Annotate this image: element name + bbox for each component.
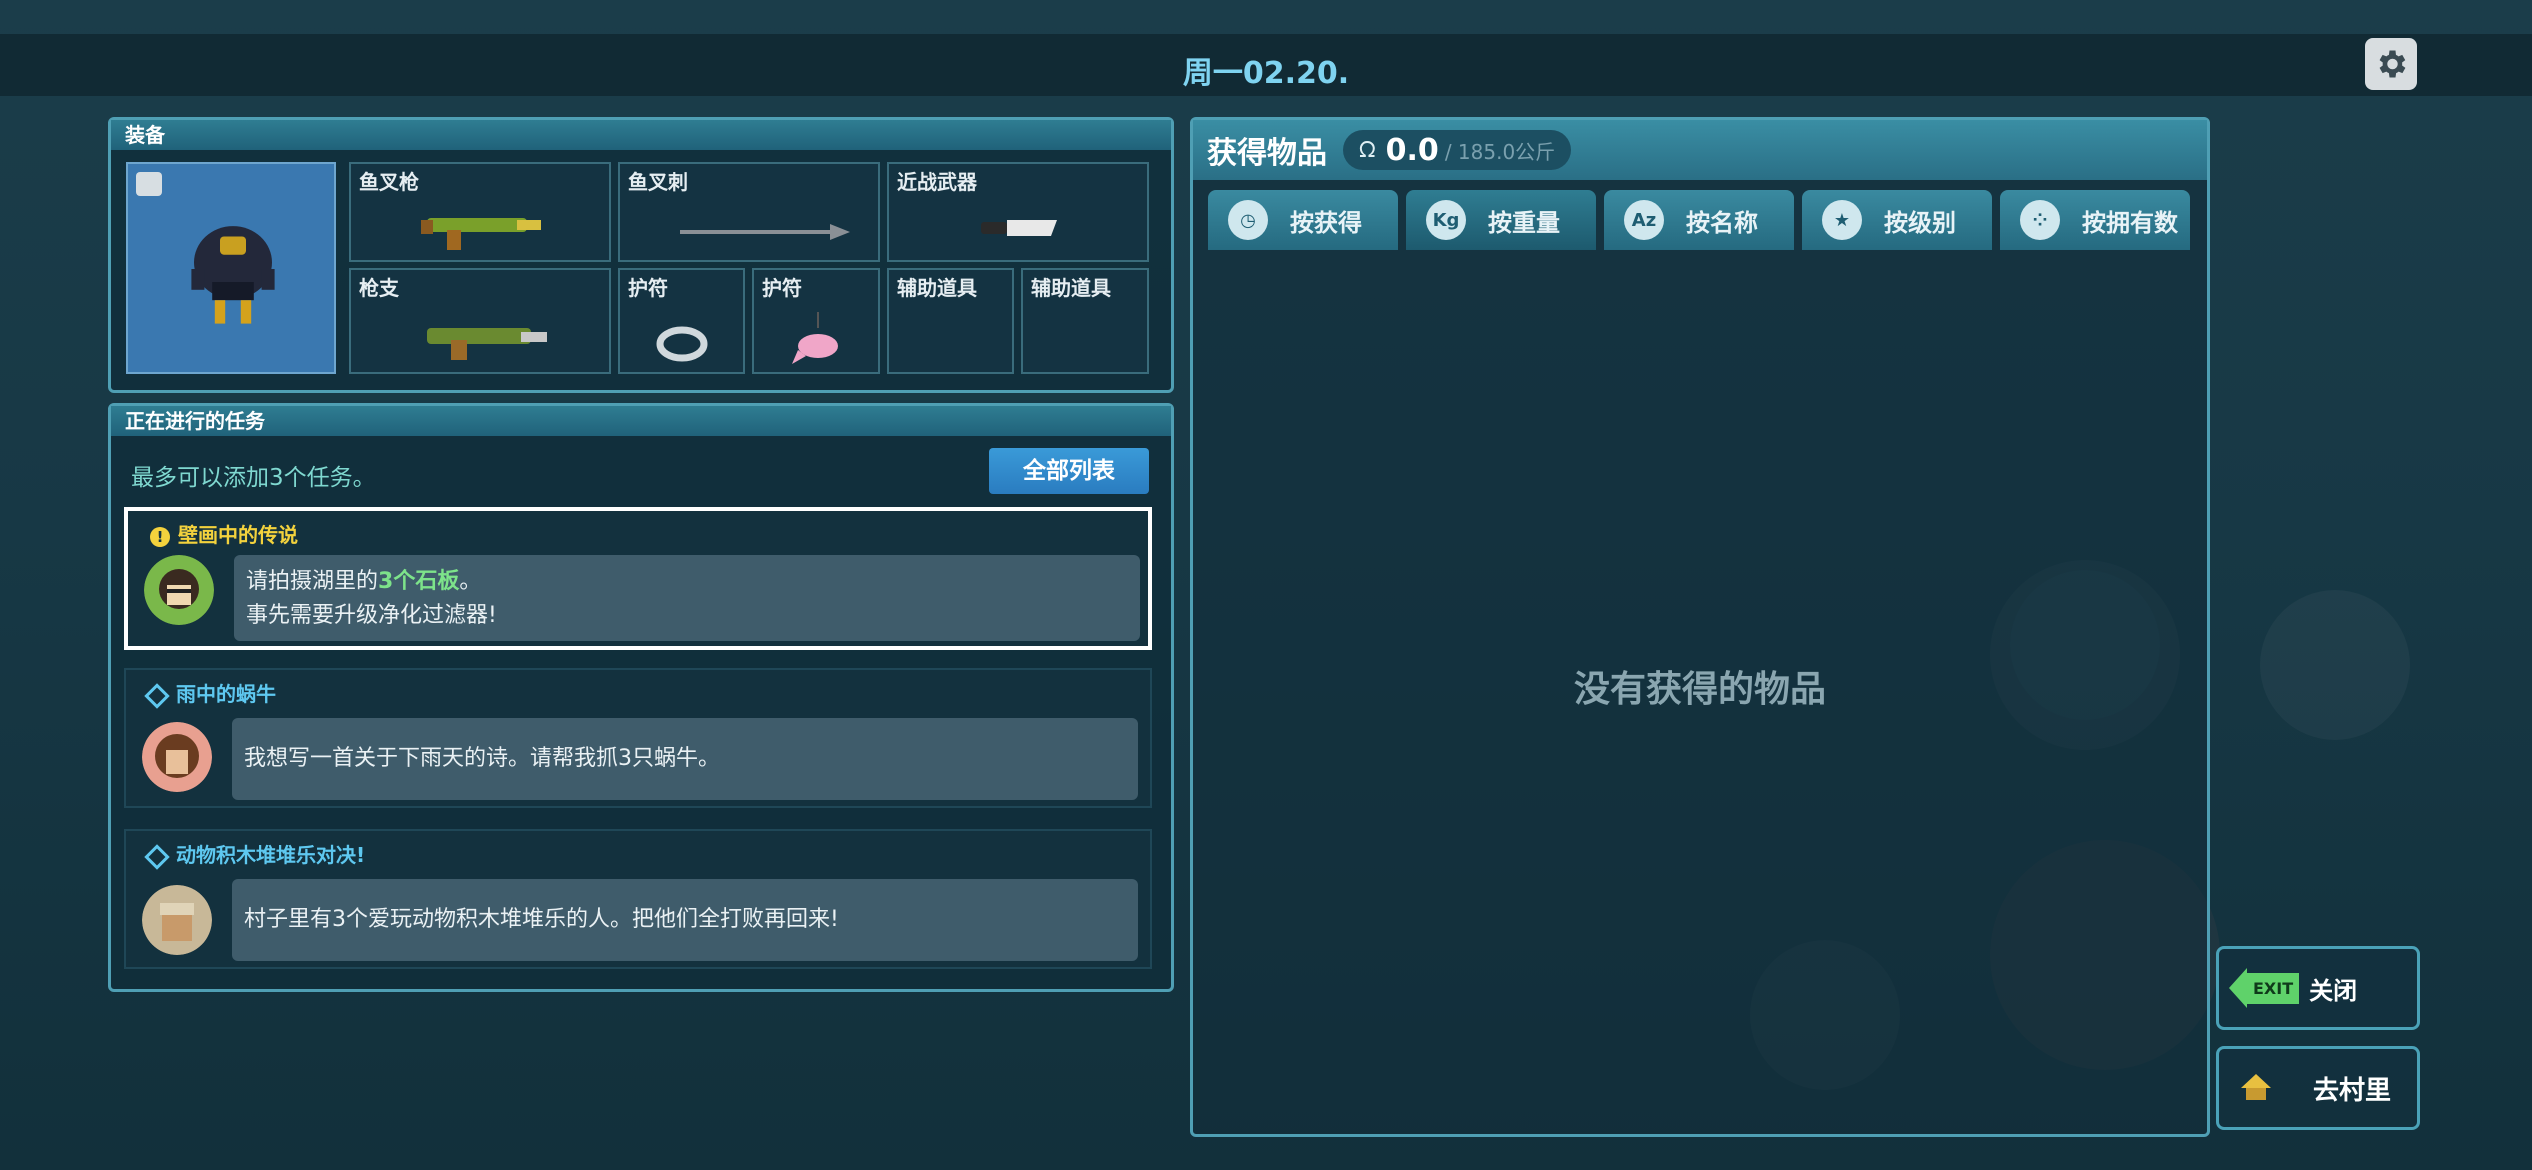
tab-sort-by-quantity[interactable]: ⁘ 按拥有数: [2000, 190, 2190, 250]
bracelet-icon: [656, 326, 708, 362]
slot-label: 护符: [762, 276, 802, 300]
camera-icon[interactable]: [136, 172, 162, 196]
avatar-woman-glasses: [144, 555, 214, 625]
inventory-header: 获得物品 ᘯ 0.0 / 185.0公斤: [1193, 120, 2207, 180]
quests-title: 正在进行的任务: [111, 406, 1171, 436]
quest-card-block-battle[interactable]: 动物积木堆堆乐对决! 村子里有3个爱玩动物积木堆堆乐的人。把他们全打败再回来!: [124, 829, 1152, 969]
tab-sort-by-weight[interactable]: Kg 按重量: [1406, 190, 1596, 250]
quest-highlight: 3个石板: [378, 569, 460, 594]
slot-label: 辅助道具: [897, 276, 977, 300]
village-label: 去村里: [2313, 1075, 2392, 1106]
slot-harpoon-spear[interactable]: 鱼叉刺: [618, 162, 880, 262]
weight-value: 0.0: [1385, 132, 1439, 168]
character-portrait[interactable]: [126, 162, 336, 374]
settings-button[interactable]: [2365, 38, 2417, 90]
inventory-panel: 获得物品 ᘯ 0.0 / 185.0公斤: [1190, 117, 2210, 1137]
equipment-title: 装备: [111, 120, 1171, 150]
slot-label: 辅助道具: [1031, 276, 1111, 300]
slot-aux-item-1[interactable]: 辅助道具: [887, 268, 1014, 374]
quest-description: 村子里有3个爱玩动物积木堆堆乐的人。把他们全打败再回来!: [232, 879, 1138, 961]
weight-capacity: / 185.0公斤: [1444, 139, 1556, 164]
diamond-icon: [144, 682, 170, 709]
avatar-villager-brown-hair: [142, 722, 212, 792]
quest-title: 动物积木堆堆乐对决!: [144, 839, 365, 870]
date-display: 周一02.20.: [1182, 56, 1350, 91]
diver-character-icon: [191, 226, 275, 324]
quest-card-rain-snail[interactable]: 雨中的蜗牛 我想写一首关于下雨天的诗。请帮我抓3只蜗牛。: [124, 668, 1152, 808]
all-quests-button[interactable]: 全部列表: [989, 448, 1149, 494]
clock-icon: ◷: [1228, 200, 1268, 240]
equipment-panel: 装备 鱼叉枪 鱼叉刺 近战武器 枪支 护符 护符 辅助道具 辅助道具: [108, 117, 1174, 393]
dots-icon: ⁘: [2020, 200, 2060, 240]
inventory-empty-message: 没有获得的物品: [1573, 669, 1826, 710]
quest-card-mural-legend[interactable]: ! 壁画中的传说 请拍摄湖里的3个石板。 事先需要升级净化过滤器!: [124, 507, 1152, 650]
spear-icon: [680, 224, 850, 240]
slot-gun[interactable]: 枪支: [349, 268, 611, 374]
exit-icon: EXIT: [2229, 968, 2300, 1008]
slot-melee-weapon[interactable]: 近战武器: [887, 162, 1149, 262]
alert-icon: !: [150, 526, 170, 547]
tab-sort-by-acquired[interactable]: ◷ 按获得: [1208, 190, 1398, 250]
quest-limit-hint: 最多可以添加3个任务。: [131, 465, 376, 491]
avatar-villager-headband: [142, 885, 212, 955]
close-button[interactable]: EXIT 关闭: [2216, 946, 2420, 1030]
weight-badge: ᘯ 0.0 / 185.0公斤: [1343, 130, 1572, 170]
slot-label: 近战武器: [897, 170, 977, 194]
kg-icon: Kg: [1426, 200, 1466, 240]
quest-description: 请拍摄湖里的3个石板。 事先需要升级净化过滤器!: [234, 555, 1140, 641]
close-label: 关闭: [2309, 976, 2358, 1005]
weight-icon: ᘯ: [1359, 137, 1376, 163]
gun-icon: [427, 328, 547, 360]
az-icon: Az: [1624, 200, 1664, 240]
go-to-village-button[interactable]: 去村里: [2216, 1046, 2420, 1130]
slot-label: 鱼叉枪: [359, 170, 419, 194]
quest-title: ! 壁画中的传说: [150, 519, 298, 548]
quest-description: 我想写一首关于下雨天的诗。请帮我抓3只蜗牛。: [232, 718, 1138, 800]
slot-aux-item-2[interactable]: 辅助道具: [1021, 268, 1149, 374]
village-house-icon: [2241, 1074, 2271, 1100]
slot-charm-2[interactable]: 护符: [752, 268, 880, 374]
star-icon: ★: [1822, 200, 1862, 240]
slot-charm-1[interactable]: 护符: [618, 268, 745, 374]
harpoon-gun-icon: [421, 218, 541, 250]
quest-title: 雨中的蜗牛: [144, 678, 276, 709]
knife-icon: [981, 220, 1057, 236]
tab-sort-by-rank[interactable]: ★ 按级别: [1802, 190, 1992, 250]
dolphin-charm-icon: [792, 312, 838, 364]
tab-sort-by-name[interactable]: Az 按名称: [1604, 190, 1794, 250]
slot-harpoon-gun[interactable]: 鱼叉枪: [349, 162, 611, 262]
gear-icon: [2379, 50, 2406, 78]
inventory-title: 获得物品: [1207, 136, 1327, 171]
slot-label: 鱼叉刺: [628, 170, 688, 194]
slot-label: 枪支: [359, 276, 399, 300]
diamond-icon: [144, 843, 170, 870]
slot-label: 护符: [628, 276, 668, 300]
